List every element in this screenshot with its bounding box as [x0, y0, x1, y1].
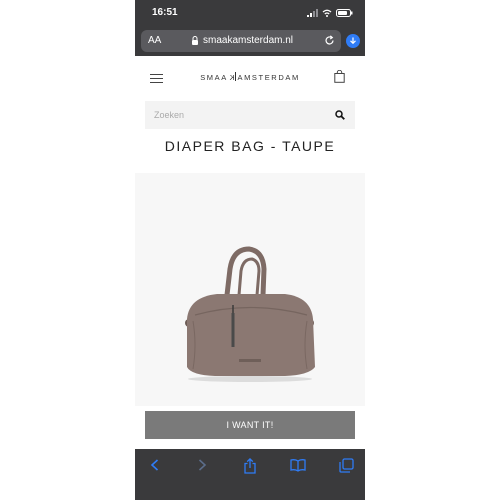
reload-icon[interactable] [324, 35, 335, 46]
logo-mirrored-k: K [227, 73, 235, 82]
phone-screen: 16:51 AA smaakamsterdam.nl SMAAK AMSTERD… [135, 0, 365, 500]
downloads-button[interactable] [346, 34, 360, 48]
url-text: smaakamsterdam.nl [203, 35, 294, 46]
search-icon[interactable] [335, 110, 345, 120]
reader-options-button[interactable]: AA [148, 35, 161, 46]
want-it-button[interactable]: I WANT IT! [145, 411, 355, 439]
tabs-icon[interactable] [339, 458, 354, 473]
site-header: SMAAK AMSTERDAM [135, 56, 365, 100]
url-field[interactable]: AA smaakamsterdam.nl [141, 30, 341, 52]
battery-icon [336, 9, 353, 17]
product-image[interactable] [135, 173, 365, 406]
signal-icon [307, 9, 318, 17]
back-icon[interactable] [148, 458, 162, 472]
search-bar [145, 101, 355, 129]
lock-icon [192, 36, 198, 45]
download-icon [350, 37, 356, 45]
logo-text-left: SMAA [200, 73, 228, 82]
menu-icon[interactable] [150, 74, 163, 84]
shopping-bag-icon[interactable] [334, 70, 345, 83]
share-icon[interactable] [243, 458, 257, 474]
status-icons [307, 8, 353, 18]
browser-toolbar [135, 449, 365, 500]
logo-text-right: AMSTERDAM [237, 73, 300, 82]
bookmarks-icon[interactable] [290, 458, 306, 472]
status-bar: 16:51 [135, 0, 365, 26]
status-time: 16:51 [152, 7, 178, 18]
search-input[interactable] [145, 101, 325, 129]
forward-icon[interactable] [195, 458, 209, 472]
site-logo[interactable]: SMAAK AMSTERDAM [197, 72, 303, 82]
address-bar: AA smaakamsterdam.nl [135, 26, 365, 56]
diaper-bag-image [185, 246, 315, 382]
wifi-icon [322, 9, 332, 17]
product-title: DIAPER BAG - TAUPE [164, 138, 336, 154]
